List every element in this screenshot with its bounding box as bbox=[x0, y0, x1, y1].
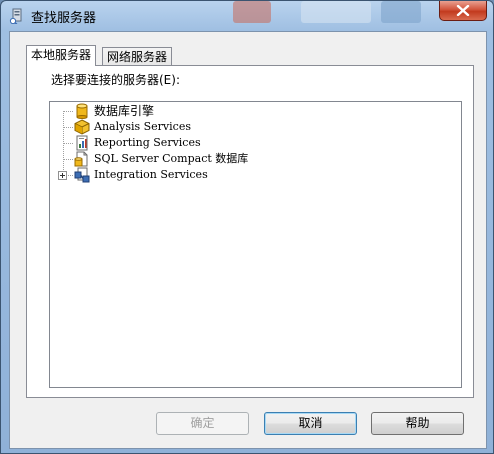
find-server-dialog: 查找服务器 本地服务器 网络服务器 选择要连接的服务器(E): 数据库引擎 An… bbox=[0, 0, 494, 454]
select-server-label: 选择要连接的服务器(E): bbox=[51, 73, 180, 87]
analysis-services-icon bbox=[74, 119, 90, 135]
tree-connector bbox=[64, 159, 73, 160]
tab-network-servers[interactable]: 网络服务器 bbox=[102, 47, 173, 67]
tree-item-reporting-services[interactable]: Reporting Services bbox=[50, 135, 350, 151]
cancel-button[interactable]: 取消 bbox=[264, 412, 357, 435]
sql-compact-icon bbox=[74, 151, 88, 167]
close-button[interactable] bbox=[439, 1, 487, 21]
tree-connector bbox=[64, 143, 73, 144]
tree-item-integration-services[interactable]: Integration Services bbox=[50, 167, 350, 183]
tree-item-database-engine[interactable]: 数据库引擎 bbox=[50, 103, 350, 119]
tree-connector bbox=[68, 175, 73, 176]
tree-item-analysis-services[interactable]: Analysis Services bbox=[50, 119, 350, 135]
tree-item-label: 数据库引擎 bbox=[94, 104, 155, 118]
help-button-label: 帮助 bbox=[405, 416, 430, 430]
tree-item-label: SQL Server Compact 数据库 bbox=[94, 152, 249, 165]
tree-connector bbox=[64, 111, 73, 112]
close-icon bbox=[456, 5, 470, 16]
dialog-client-area: 本地服务器 网络服务器 选择要连接的服务器(E): 数据库引擎 Analysis… bbox=[9, 31, 487, 449]
tab-panel: 选择要连接的服务器(E): 数据库引擎 Analysis Services Re… bbox=[26, 65, 474, 398]
tab-label: 本地服务器 bbox=[31, 48, 92, 62]
tree-item-label: Integration Services bbox=[94, 168, 208, 181]
database-engine-icon bbox=[76, 103, 88, 119]
ok-button[interactable]: 确定 bbox=[156, 412, 249, 435]
background-blur bbox=[381, 1, 421, 23]
ok-button-label: 确定 bbox=[190, 416, 215, 430]
tab-label: 网络服务器 bbox=[107, 50, 168, 64]
tree-item-label: Reporting Services bbox=[94, 136, 201, 149]
cancel-button-label: 取消 bbox=[298, 416, 323, 430]
tree-connector bbox=[64, 127, 73, 128]
window-title: 查找服务器 bbox=[31, 11, 97, 26]
tab-local-servers[interactable]: 本地服务器 bbox=[26, 45, 97, 66]
server-icon bbox=[9, 8, 22, 24]
tree-item-sql-compact[interactable]: SQL Server Compact 数据库 bbox=[50, 151, 350, 167]
tree-item-label: Analysis Services bbox=[94, 120, 191, 133]
background-blur bbox=[233, 1, 271, 23]
title-bar[interactable]: 查找服务器 bbox=[1, 1, 493, 29]
expand-toggle[interactable] bbox=[58, 171, 67, 180]
integration-services-icon bbox=[74, 167, 90, 183]
background-blur bbox=[301, 1, 371, 23]
reporting-services-icon bbox=[76, 135, 88, 151]
help-button[interactable]: 帮助 bbox=[371, 412, 464, 435]
server-type-tree[interactable]: 数据库引擎 Analysis Services Reporting Servic… bbox=[49, 101, 462, 388]
